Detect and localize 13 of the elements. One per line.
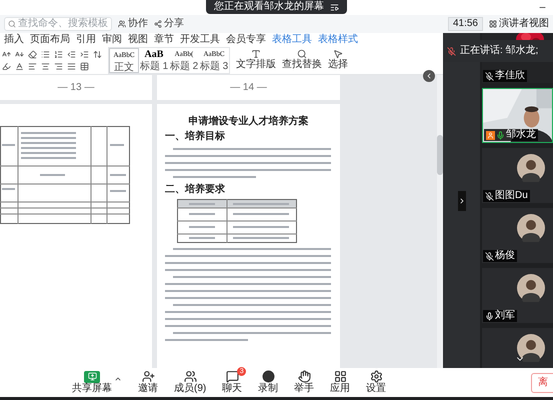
participant-name: 刘军 — [495, 310, 515, 322]
document-title: 申请增设专业人才培养方案 — [188, 116, 308, 128]
section-heading: 一、培养目标 — [165, 131, 226, 143]
participant-name: 李佳欣 — [495, 70, 525, 82]
page-number: — 14 — — [230, 82, 267, 94]
page-number: — 13 — — [58, 82, 94, 94]
participant-name: 杨俊 — [495, 250, 515, 262]
section-heading: 二、培养要求 — [165, 184, 226, 196]
meeting-timer: 41:56 — [448, 17, 483, 31]
banner-text: 您正在观看邹水龙的屏幕 — [214, 1, 324, 13]
speaker-notice-text: 正在讲话: 邹水龙; — [460, 45, 538, 57]
participant-name: 邹水龙 — [506, 129, 536, 141]
participant-name: 图图Du — [495, 190, 528, 202]
